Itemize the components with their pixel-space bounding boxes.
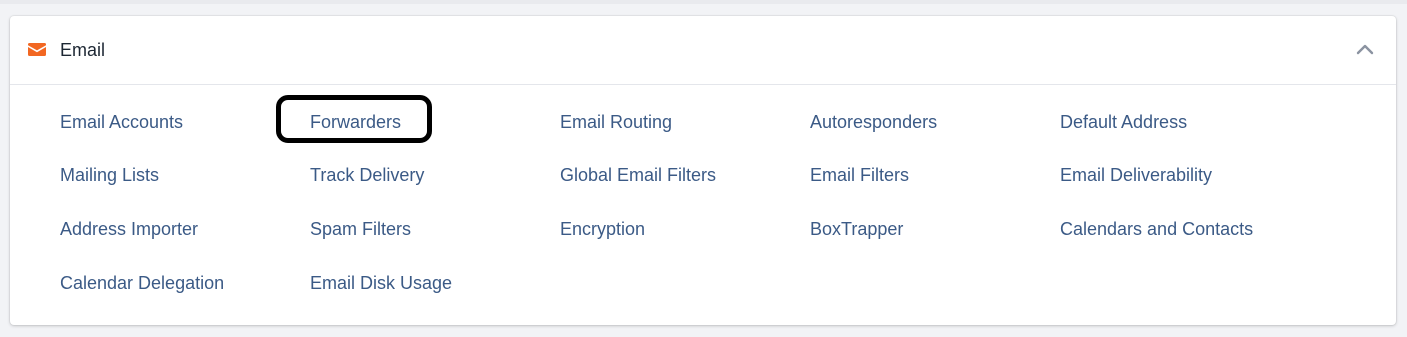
link-forwarders[interactable]: Forwarders — [310, 110, 401, 134]
link-boxtrapper[interactable]: BoxTrapper — [810, 217, 903, 241]
chevron-up-icon[interactable] — [1356, 42, 1374, 56]
link-global-email-filters[interactable]: Global Email Filters — [560, 163, 716, 187]
link-autoresponders[interactable]: Autoresponders — [810, 110, 937, 134]
link-email-deliverability[interactable]: Email Deliverability — [1060, 163, 1212, 187]
link-email-accounts[interactable]: Email Accounts — [60, 110, 183, 134]
link-calendars-and-contacts[interactable]: Calendars and Contacts — [1060, 217, 1253, 241]
envelope-icon — [28, 43, 46, 56]
top-strip — [0, 0, 1407, 4]
link-email-routing[interactable]: Email Routing — [560, 110, 672, 134]
link-email-filters[interactable]: Email Filters — [810, 163, 909, 187]
link-email-disk-usage[interactable]: Email Disk Usage — [310, 271, 452, 295]
section-title: Email — [60, 40, 106, 60]
link-address-importer[interactable]: Address Importer — [60, 217, 198, 241]
link-encryption[interactable]: Encryption — [560, 217, 645, 241]
email-section-header[interactable]: Email — [10, 16, 1396, 85]
link-mailing-lists[interactable]: Mailing Lists — [60, 163, 159, 187]
email-section-panel: Email Email Accounts Forwarders Email Ro… — [10, 16, 1396, 325]
link-track-delivery[interactable]: Track Delivery — [310, 163, 424, 187]
link-calendar-delegation[interactable]: Calendar Delegation — [60, 271, 224, 295]
link-default-address[interactable]: Default Address — [1060, 110, 1187, 134]
link-spam-filters[interactable]: Spam Filters — [310, 217, 411, 241]
